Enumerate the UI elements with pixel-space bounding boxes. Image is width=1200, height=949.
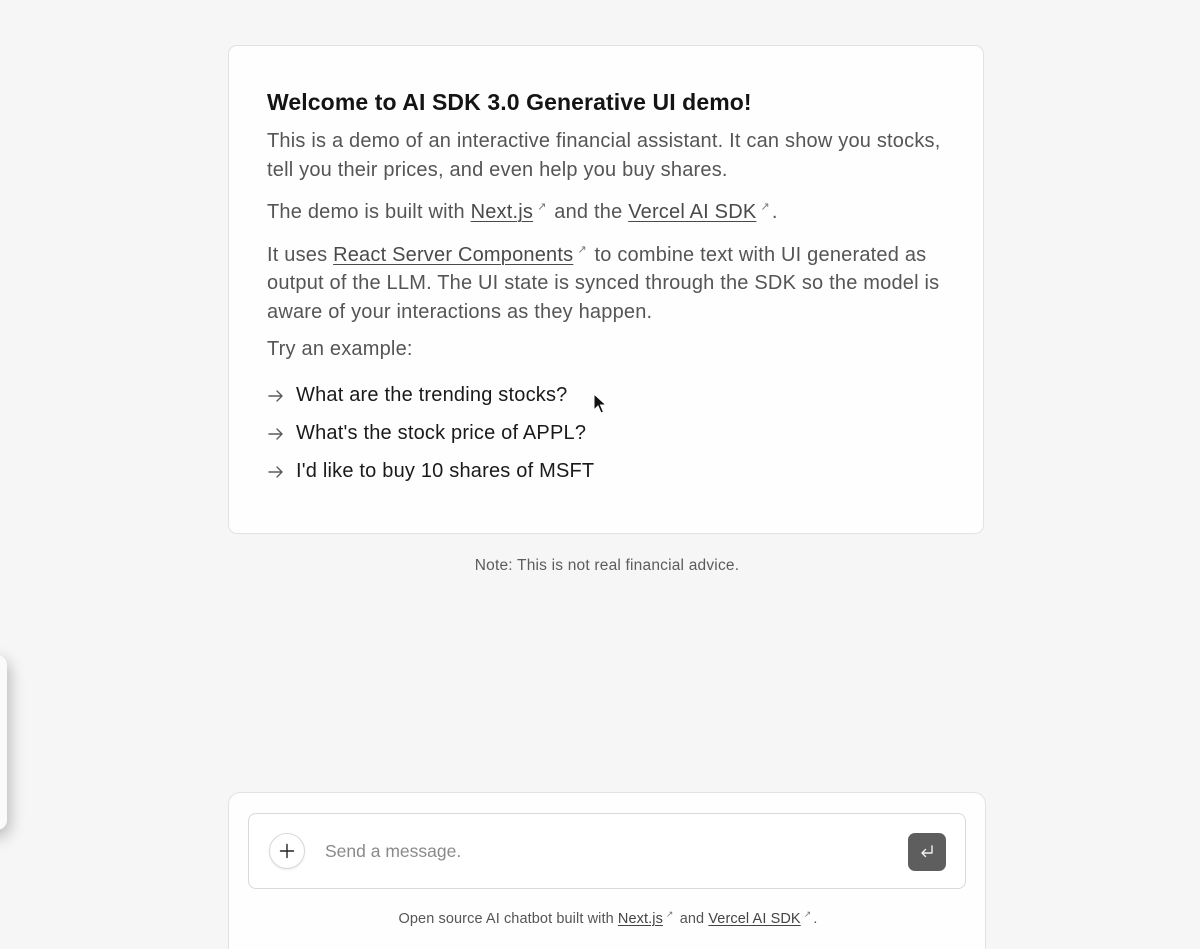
page: Welcome to AI SDK 3.0 Generative UI demo… (0, 0, 1200, 949)
vercel-ai-sdk-link[interactable]: Vercel AI SDK (628, 201, 756, 223)
welcome-title: Welcome to AI SDK 3.0 Generative UI demo… (267, 89, 752, 115)
footer-suffix-text: . (813, 911, 818, 927)
rsc-paragraph: It uses React Server Components ↗ to comb… (267, 236, 945, 327)
external-link-icon: ↗ (577, 243, 587, 256)
footer-prefix-text: Open source AI chatbot built with (398, 911, 618, 927)
external-link-icon: ↗ (803, 909, 812, 919)
new-chat-button[interactable] (269, 833, 305, 869)
arrow-right-icon (268, 389, 283, 402)
try-example-label: Try an example: (267, 338, 413, 360)
rsc-prefix-text: It uses (267, 243, 334, 266)
example-buy-shares[interactable]: I'd like to buy 10 shares of MSFT (267, 453, 945, 491)
enter-icon (921, 845, 933, 858)
built-middle-text: and the (548, 201, 629, 223)
disclaimer-note: Note: This is not real financial advice. (474, 557, 740, 574)
example-text: What are the trending stocks? (296, 384, 568, 406)
arrow-right-icon (268, 427, 283, 440)
external-link-icon: ↗ (537, 201, 547, 213)
message-input[interactable] (325, 834, 895, 868)
built-suffix-text: . (771, 201, 778, 223)
external-link-icon: ↗ (665, 909, 674, 919)
built-prefix-text: The demo is built with (267, 201, 471, 223)
example-text: I'd like to buy 10 shares of MSFT (296, 460, 595, 482)
plus-icon (279, 843, 295, 859)
footer-middle-text: and (675, 911, 709, 927)
composer-footer: Open source AI chatbot built with Next.j… (229, 909, 987, 927)
mouse-cursor-icon (593, 393, 607, 414)
footer-vercel-ai-sdk-link[interactable]: Vercel AI SDK (708, 911, 800, 927)
send-button[interactable] (908, 833, 946, 871)
example-stock-price[interactable]: What's the stock price of APPL? (267, 415, 945, 453)
external-link-icon: ↗ (760, 201, 770, 213)
arrow-right-icon (268, 465, 283, 478)
message-input-row (248, 813, 966, 889)
example-text: What's the stock price of APPL? (296, 422, 587, 444)
footer-nextjs-link[interactable]: Next.js (618, 911, 663, 927)
intro-paragraph: This is a demo of an interactive financi… (267, 130, 941, 181)
composer-panel: Open source AI chatbot built with Next.j… (228, 792, 986, 949)
built-with-paragraph: The demo is built with Next.js ↗ and the … (267, 193, 945, 227)
side-panel-edge[interactable] (0, 655, 7, 830)
welcome-card: Welcome to AI SDK 3.0 Generative UI demo… (228, 45, 984, 534)
react-server-components-link[interactable]: React Server Components (333, 244, 573, 266)
nextjs-link[interactable]: Next.js (471, 201, 534, 223)
